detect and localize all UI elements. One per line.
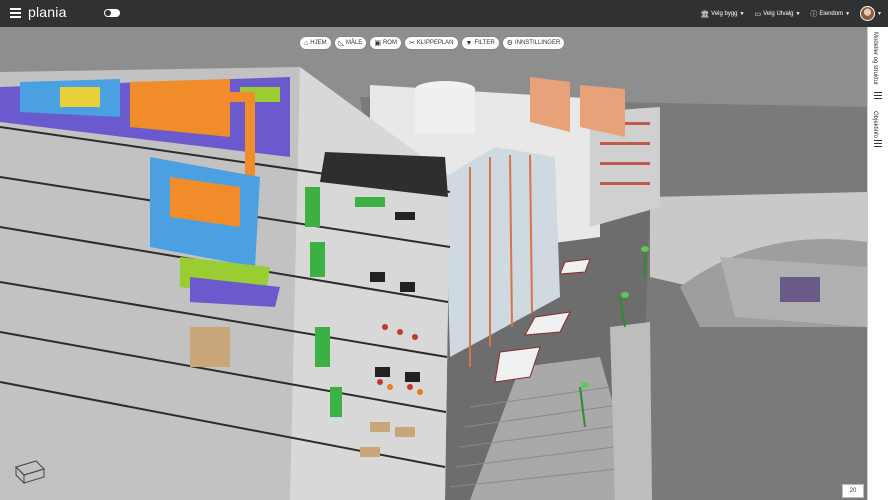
hamburger-menu-icon[interactable] xyxy=(10,8,21,18)
room-icon: ▣ xyxy=(374,39,381,47)
filter-button[interactable]: ▼ FILTER xyxy=(461,37,499,49)
3d-model-viewer[interactable] xyxy=(0,27,867,500)
room-button-label: ROM xyxy=(382,40,397,46)
select-selection-label: Velg Utvalg xyxy=(763,10,794,17)
filter-icon: ▼ xyxy=(465,39,473,47)
home-button-label: HJEM xyxy=(310,40,327,46)
settings-button-label: INNSTILLINGER xyxy=(514,40,561,46)
property-label: Eiendom xyxy=(819,10,844,17)
caret-down-icon: ▼ xyxy=(877,10,882,17)
clipping-plane-button-label: KLIPPEPLAN xyxy=(416,40,454,46)
zoom-level-indicator[interactable]: 20 xyxy=(842,484,864,498)
room-button[interactable]: ▣ ROM xyxy=(370,37,401,49)
drag-handle-icon[interactable] xyxy=(874,92,882,101)
home-icon: ⌂ xyxy=(304,39,309,47)
side-panel: Modeller og struktur Objektinfo xyxy=(867,27,888,500)
caret-down-icon: ▼ xyxy=(739,10,745,17)
info-icon: ⓘ xyxy=(810,10,818,18)
gear-icon: ⚙ xyxy=(506,39,513,47)
drag-handle-icon[interactable] xyxy=(874,140,882,149)
app-logo: plania xyxy=(28,4,67,20)
select-building-menu[interactable]: 🏛 Velg bygg ▼ xyxy=(700,10,744,18)
select-building-label: Velg bygg xyxy=(711,10,738,17)
caret-down-icon: ▼ xyxy=(795,10,801,17)
tab-object-info[interactable]: Objektinfo xyxy=(872,111,878,138)
user-avatar xyxy=(860,6,876,21)
filter-button-label: FILTER xyxy=(474,40,495,46)
clipping-plane-button[interactable]: ✂ KLIPPEPLAN xyxy=(404,37,458,49)
ruler-icon: ◺ xyxy=(338,39,344,47)
building-3d-render[interactable] xyxy=(0,27,867,500)
user-menu[interactable]: ▼ xyxy=(860,6,882,21)
measure-button[interactable]: ◺ MÅLE xyxy=(334,37,367,49)
caret-down-icon: ▼ xyxy=(845,10,851,17)
view-cube-icon[interactable] xyxy=(14,459,46,490)
property-menu[interactable]: ⓘ Eiendom ▼ xyxy=(810,9,850,19)
top-navigation-bar: plania 🏛 Velg bygg ▼ ▭ Velg Utvalg ▼ ⓘ E… xyxy=(0,0,888,27)
settings-button[interactable]: ⚙ INNSTILLINGER xyxy=(502,37,565,49)
scissors-icon: ✂ xyxy=(408,39,415,47)
building-icon: 🏛 xyxy=(700,10,710,18)
monitor-icon: ▭ xyxy=(754,10,762,18)
viewer-toolbar: ⌂ HJEM ◺ MÅLE ▣ ROM ✂ KLIPPEPLAN ▼ FILTE… xyxy=(300,37,565,49)
view-toggle[interactable] xyxy=(104,9,120,17)
tab-models-and-structure[interactable]: Modeller og struktur xyxy=(872,32,878,85)
measure-button-label: MÅLE xyxy=(345,40,363,46)
select-selection-menu[interactable]: ▭ Velg Utvalg ▼ xyxy=(754,10,800,18)
home-button[interactable]: ⌂ HJEM xyxy=(300,37,331,49)
